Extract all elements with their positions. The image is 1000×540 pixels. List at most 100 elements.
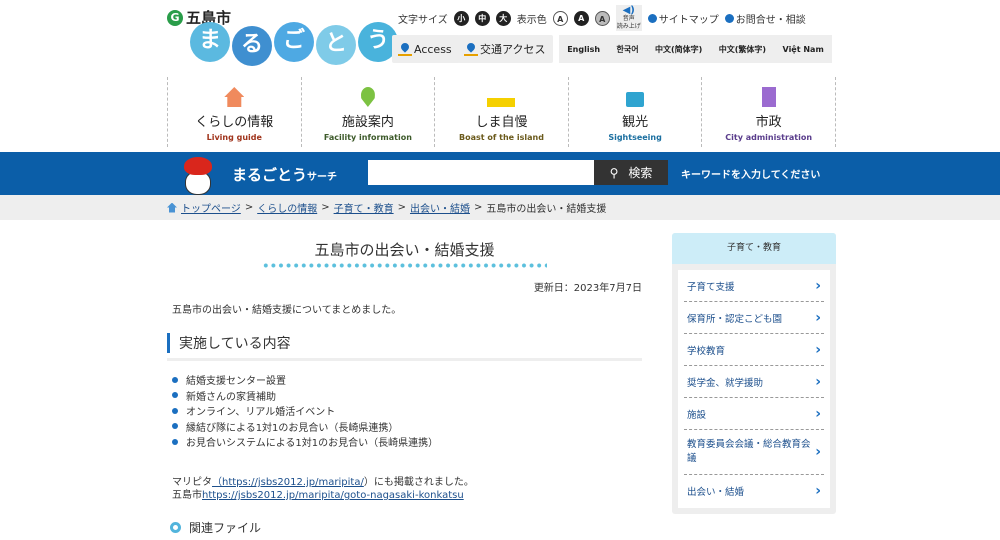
search-title-main: まるごとう — [232, 166, 308, 184]
map-pin-icon — [398, 43, 412, 56]
nav-facility[interactable]: 施設案内 Facility information — [302, 77, 436, 147]
font-size-medium-button[interactable]: 中 — [474, 10, 490, 26]
read-aloud-label: 読み上げ — [616, 23, 641, 30]
contact-label: お問合せ・相談 — [735, 14, 806, 26]
transport-access-button[interactable]: 交通アクセス — [458, 35, 554, 63]
ring-icon — [170, 522, 181, 533]
nav-sightseeing[interactable]: 観光 Sightseeing — [569, 77, 703, 147]
breadcrumb-link[interactable]: 子育て・教育 — [334, 200, 394, 215]
nav-label: 観光 — [622, 115, 649, 130]
sidebar-item[interactable]: 施設 › — [684, 398, 824, 430]
section-heading: 実施している内容 — [167, 331, 642, 361]
sidebar-item-label: 出会い・結婚 — [687, 487, 745, 498]
color-label: 表示色 — [516, 14, 547, 26]
breadcrumb-link[interactable]: トップページ — [181, 200, 241, 215]
font-size-small-button[interactable]: 小 — [453, 10, 469, 26]
external-links: マリピタ（https://jsbs2012.jp/maripita/）にも掲載さ… — [172, 476, 474, 502]
nav-living-guide[interactable]: くらしの情報 Living guide — [168, 77, 302, 147]
global-nav: くらしの情報 Living guide 施設案内 Facility informat… — [167, 77, 836, 147]
sidebar-item-label: 子育て支援 — [687, 281, 735, 293]
nav-sublabel: Boast of the island — [459, 133, 544, 142]
access-label: Access — [414, 42, 452, 56]
breadcrumb-link[interactable]: くらしの情報 — [257, 200, 317, 215]
chevron-right-icon: › — [815, 373, 821, 390]
sidebar-item[interactable]: 教育委員会会議・総合教育会議 › — [684, 430, 824, 475]
lang-english[interactable]: English — [567, 45, 600, 54]
lang-simplified-chinese[interactable]: 中文(简体字) — [655, 44, 702, 55]
lang-vietnamese[interactable]: Việt Nam — [783, 45, 824, 54]
nav-label: 施設案内 — [341, 115, 394, 130]
sidebar-item-label: 保育所・認定こども園 — [687, 313, 783, 325]
read-aloud-button[interactable]: ◀) 音声 読み上げ — [615, 5, 642, 31]
intro-text: 五島市の出会い・結婚支援についてまとめました。 — [172, 305, 402, 316]
color-gray-button[interactable]: A — [594, 10, 610, 26]
logo-char: ま — [190, 22, 230, 62]
search-button[interactable]: ⚲ 検索 — [594, 160, 668, 185]
link-suffix: ）にも掲載されました。 — [363, 477, 474, 488]
building-icon — [761, 87, 776, 107]
chevron-right-icon: › — [815, 444, 821, 460]
list-item: お見合いシステムによる1対1のお見合い（長崎県連携） — [172, 434, 438, 450]
maripita-link[interactable]: （https://jsbs2012.jp/maripita/ — [212, 477, 364, 488]
font-size-large-button[interactable]: 大 — [495, 10, 511, 26]
read-aloud-label: 音声 — [622, 15, 635, 22]
nav-boast[interactable]: しま自慢 Boast of the island — [435, 77, 569, 147]
list-item-text: 結婚支援センター設置 — [186, 376, 286, 388]
search-button-label: 検索 — [628, 166, 653, 180]
sidebar-item[interactable]: 出会い・結婚 › — [684, 475, 824, 507]
nav-city-admin[interactable]: 市政 City administration — [702, 77, 836, 147]
updated-date: 更新日：2023年7月7日 — [533, 283, 642, 294]
search-title-sub: サーチ — [307, 172, 338, 183]
chevron-right-icon: › — [815, 405, 821, 422]
nav-label: しま自慢 — [475, 115, 528, 130]
lang-korean[interactable]: 한국어 — [616, 44, 638, 55]
logo-char: ご — [274, 22, 314, 62]
sidebar-item-label: 教育委員会会議・総合教育会議 — [687, 439, 811, 464]
color-black-button[interactable]: A — [573, 10, 589, 26]
island-sun-icon — [487, 87, 516, 107]
bullet-icon — [172, 392, 178, 399]
search-input[interactable] — [368, 160, 594, 185]
camera-icon — [626, 92, 645, 107]
house-icon — [224, 87, 245, 107]
sidebar-item[interactable]: 奨学金、就学援助 › — [684, 366, 824, 398]
breadcrumb-separator: > — [397, 202, 406, 213]
site-logo[interactable]: ま る ご と う — [190, 22, 398, 66]
sidebar-menu: 子育て支援 › 保育所・認定こども園 › 学校教育 › 奨学金、就学援助 › 施設 › 教… — [678, 270, 830, 508]
breadcrumb: トップページ > くらしの情報 > 子育て・教育 > 出会い・結婚 > 五島市の出会い・… — [0, 195, 1000, 220]
link-prefix: 五島市 — [172, 490, 202, 501]
list-item: 縁結び隊による1対1のお見合い（長崎県連携） — [172, 419, 438, 435]
bullet-icon — [172, 423, 178, 430]
sidebar-item[interactable]: 保育所・認定こども園 › — [684, 302, 824, 334]
city-emblem-icon: G — [167, 9, 183, 26]
sidebar-item-label: 学校教育 — [687, 345, 726, 357]
bullet-icon — [172, 438, 178, 445]
nav-sublabel: Living guide — [206, 133, 262, 142]
list-item: 新婚さんの家賃補助 — [172, 388, 438, 404]
search-title: まるごとうサーチ — [232, 164, 337, 185]
breadcrumb-current: 五島市の出会い・結婚支援 — [486, 204, 607, 215]
breadcrumb-separator: > — [473, 202, 483, 213]
list-item-text: 縁結び隊による1対1のお見合い（長崎県連携） — [186, 422, 399, 434]
breadcrumb-link[interactable]: 出会い・結婚 — [410, 200, 470, 215]
lang-traditional-chinese[interactable]: 中文(繁体字) — [719, 44, 766, 55]
contact-link[interactable]: お問合せ・相談 — [724, 11, 806, 26]
section-heading-text: 実施している内容 — [179, 336, 291, 352]
sitemap-link[interactable]: サイトマップ — [647, 11, 719, 26]
list-item: 結婚支援センター設置 — [172, 372, 438, 388]
access-button[interactable]: Access — [392, 35, 460, 63]
language-menu: English 한국어 中文(简体字) 中文(繁体字) Việt Nam — [559, 35, 832, 63]
goto-konkatsu-link[interactable]: https://jsbs2012.jp/maripita/goto-nagasa… — [202, 490, 464, 501]
map-pin-icon — [360, 87, 375, 107]
home-icon — [167, 202, 177, 213]
chevron-right-icon: › — [815, 341, 821, 358]
arrow-circle-icon — [647, 13, 657, 23]
color-white-button[interactable]: A — [552, 10, 568, 26]
program-list: 結婚支援センター設置 新婚さんの家賃補助 オンライン、リアル婚活イベント 縁結び… — [172, 372, 438, 450]
sidebar-item[interactable]: 子育て支援 › — [684, 270, 824, 302]
chevron-right-icon: › — [815, 483, 821, 499]
list-item-text: オンライン、リアル婚活イベント — [186, 407, 336, 419]
sidebar-item[interactable]: 学校教育 › — [684, 334, 824, 366]
sidebar-heading: 子育て・教育 — [672, 233, 836, 264]
mascot-image — [182, 157, 214, 195]
